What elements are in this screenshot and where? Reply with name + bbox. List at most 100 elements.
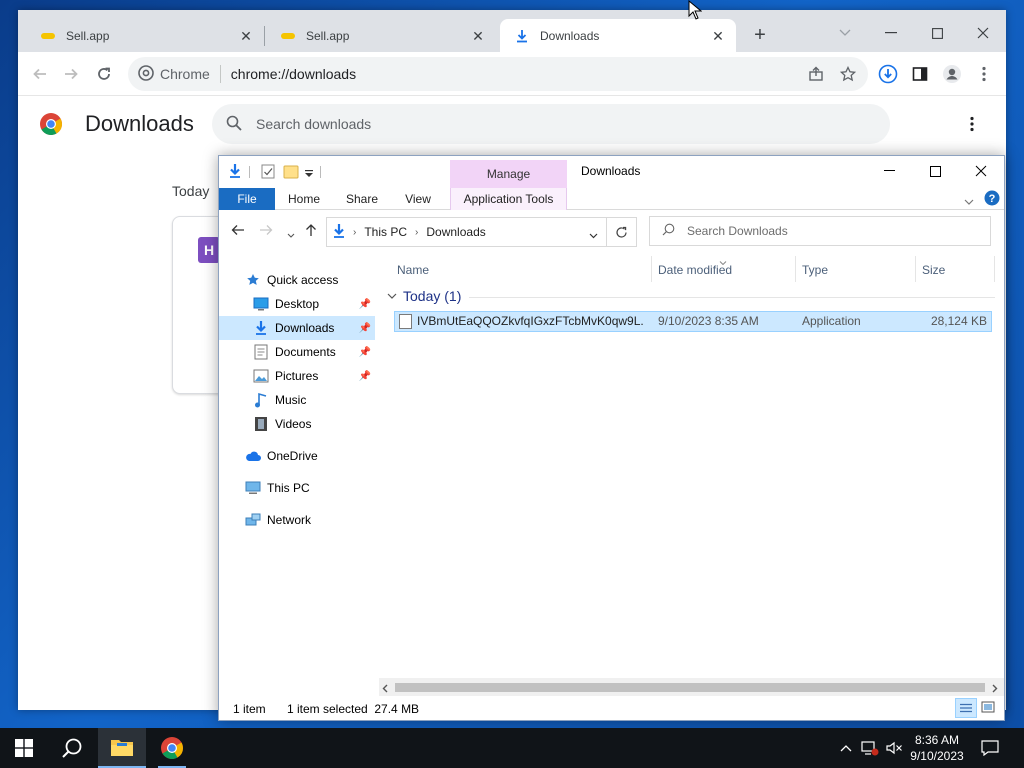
address-dropdown-icon[interactable]	[589, 228, 598, 242]
maximize-icon[interactable]	[914, 18, 960, 48]
pin-icon[interactable]: 📌	[359, 347, 371, 358]
customize-qat-icon[interactable]	[305, 167, 313, 181]
qat-separator	[249, 166, 250, 178]
close-window-icon[interactable]	[960, 18, 1006, 48]
nav-item-downloads[interactable]: Downloads 📌	[219, 316, 375, 340]
column-divider[interactable]	[915, 256, 916, 282]
column-header-size[interactable]: Size	[922, 258, 945, 282]
close-tab-icon[interactable]: ✕	[710, 28, 726, 44]
chrome-menu-icon[interactable]	[972, 62, 996, 86]
minimize-icon[interactable]	[866, 156, 912, 186]
scroll-right-icon[interactable]	[992, 682, 998, 696]
clock[interactable]: 8:36 AM 9/10/2023	[906, 732, 968, 764]
manage-contextual-tab[interactable]: Manage	[450, 160, 567, 188]
tab-sell-app-2[interactable]: Sell.app ✕	[266, 19, 496, 52]
pin-icon[interactable]: 📌	[359, 299, 371, 310]
back-arrow-icon[interactable]	[28, 62, 52, 86]
tab-search-icon[interactable]	[822, 18, 868, 48]
group-header-today[interactable]: Today (1)	[387, 284, 461, 308]
onedrive-cloud-icon	[245, 448, 261, 464]
taskbar-search-button[interactable]	[48, 728, 96, 768]
minimize-icon[interactable]	[868, 18, 914, 48]
expand-ribbon-icon[interactable]	[964, 194, 974, 208]
nav-item-quick-access[interactable]: Quick access	[219, 268, 375, 292]
breadcrumb-this-pc[interactable]: This PC	[364, 225, 407, 239]
group-label: Today (1)	[403, 288, 462, 304]
explorer-search-input[interactable]: Search Downloads	[649, 216, 991, 246]
horizontal-scrollbar[interactable]	[379, 678, 1004, 696]
show-hidden-icons-chevron-icon[interactable]	[836, 738, 856, 758]
videos-icon	[253, 416, 269, 432]
ribbon-tab-home[interactable]: Home	[281, 188, 327, 210]
back-arrow-icon[interactable]	[231, 224, 245, 239]
taskbar-chrome-button[interactable]	[148, 728, 196, 768]
side-panel-icon[interactable]	[908, 62, 932, 86]
page-title: Downloads	[85, 111, 194, 136]
qat-separator	[320, 166, 321, 178]
share-icon[interactable]	[804, 62, 828, 86]
large-icons-view-icon[interactable]	[981, 700, 995, 717]
more-options-icon[interactable]	[962, 112, 982, 136]
desktop-icon	[253, 296, 269, 312]
column-header-name[interactable]: Name	[397, 258, 429, 282]
close-tab-icon[interactable]: ✕	[238, 28, 254, 44]
new-tab-button[interactable]: +	[748, 24, 772, 48]
forward-arrow-icon[interactable]	[259, 224, 273, 239]
profile-avatar-icon[interactable]	[940, 62, 964, 86]
search-icon	[62, 738, 82, 758]
downloads-toolbar-icon[interactable]	[876, 62, 900, 86]
address-bar[interactable]: › This PC › Downloads	[326, 217, 607, 247]
nav-item-this-pc[interactable]: This PC	[219, 476, 375, 500]
network-tray-icon[interactable]	[860, 738, 880, 758]
ribbon-tab-file[interactable]: File	[219, 188, 275, 210]
omnibox-url[interactable]: chrome://downloads	[231, 66, 356, 82]
column-divider[interactable]	[795, 256, 796, 282]
close-window-icon[interactable]	[958, 156, 1004, 186]
ribbon-tab-view[interactable]: View	[395, 188, 441, 210]
reload-icon[interactable]	[92, 62, 116, 86]
nav-item-onedrive[interactable]: OneDrive	[219, 444, 375, 468]
ribbon-tab-application-tools[interactable]: Application Tools	[450, 188, 567, 210]
start-button[interactable]	[0, 728, 48, 768]
nav-label: Downloads	[275, 321, 335, 335]
pin-icon[interactable]: 📌	[359, 323, 371, 334]
group-divider	[469, 297, 995, 298]
forward-arrow-icon[interactable]	[59, 62, 83, 86]
taskbar-file-explorer-button[interactable]	[98, 728, 146, 768]
new-folder-icon[interactable]	[283, 164, 299, 182]
scroll-left-icon[interactable]	[382, 682, 388, 696]
bookmark-star-icon[interactable]	[836, 62, 860, 86]
table-row[interactable]: IVBmUtEaQQOZkvfqIGxzFTcbMvK0qw9L... 9/10…	[394, 311, 992, 332]
volume-muted-icon[interactable]	[884, 738, 904, 758]
properties-check-icon[interactable]	[261, 164, 275, 182]
details-view-icon[interactable]	[955, 698, 977, 718]
pin-icon[interactable]: 📌	[359, 371, 371, 382]
scrollbar-thumb[interactable]	[395, 683, 985, 692]
tab-sell-app-1[interactable]: Sell.app ✕	[26, 19, 264, 52]
column-header-type[interactable]: Type	[802, 258, 828, 282]
breadcrumb-downloads[interactable]: Downloads	[426, 225, 485, 239]
ribbon-tab-share[interactable]: Share	[339, 188, 385, 210]
close-tab-icon[interactable]: ✕	[470, 28, 486, 44]
nav-item-videos[interactable]: Videos	[219, 412, 375, 436]
recent-locations-chevron-icon[interactable]	[287, 227, 295, 241]
address-row: › This PC › Downloads Search Downloads	[219, 210, 1004, 252]
maximize-icon[interactable]	[912, 156, 958, 186]
nav-item-documents[interactable]: Documents 📌	[219, 340, 375, 364]
nav-item-pictures[interactable]: Pictures 📌	[219, 364, 375, 388]
up-arrow-icon[interactable]	[305, 223, 317, 240]
help-icon[interactable]: ?	[984, 190, 1000, 209]
column-divider[interactable]	[651, 256, 652, 282]
nav-item-desktop[interactable]: Desktop 📌	[219, 292, 375, 316]
refresh-icon[interactable]	[607, 217, 637, 247]
column-divider[interactable]	[994, 256, 995, 282]
nav-label: Quick access	[267, 273, 339, 287]
collapse-group-chevron-icon[interactable]	[387, 291, 397, 302]
nav-item-music[interactable]: Music	[219, 388, 375, 412]
omnibox[interactable]: Chrome chrome://downloads	[128, 57, 868, 91]
quick-access-download-icon[interactable]	[227, 163, 243, 182]
notifications-icon[interactable]	[980, 738, 1000, 758]
nav-item-network[interactable]: Network	[219, 508, 375, 532]
downloads-search-input[interactable]: Search downloads	[212, 104, 890, 144]
tab-downloads[interactable]: Downloads ✕	[500, 19, 736, 52]
